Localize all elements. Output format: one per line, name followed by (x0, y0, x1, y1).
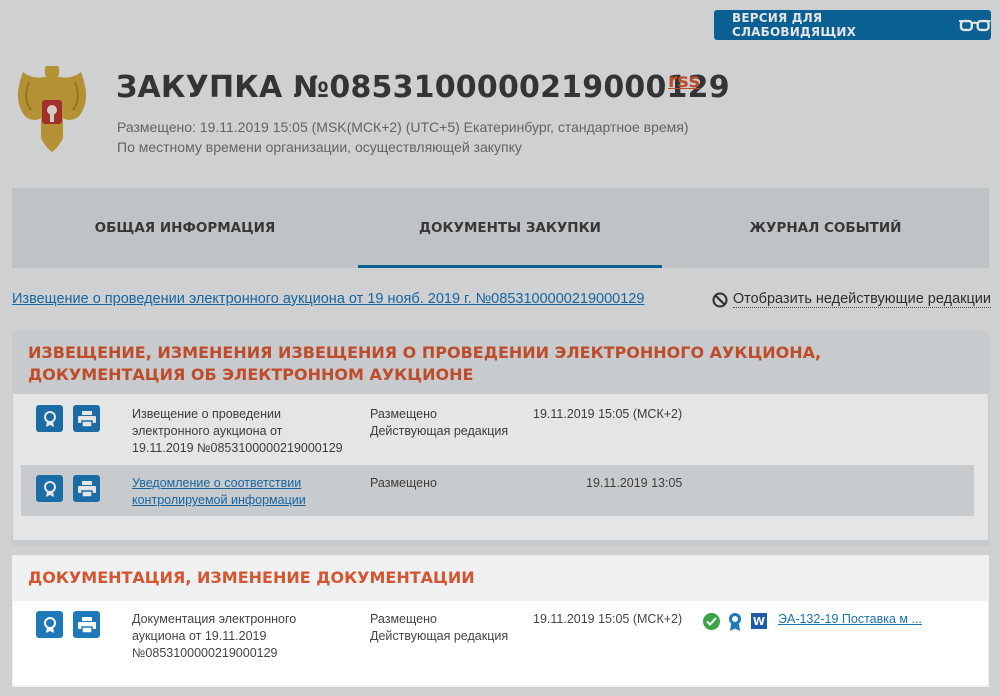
printer-icon (77, 410, 96, 427)
status-line: Действующая редакция (370, 424, 509, 438)
tab-procurement-documents[interactable]: ДОКУМЕНТЫ ЗАКУПКИ (358, 188, 662, 268)
notice-section-panel: Извещение о проведении электронного аукц… (13, 394, 988, 540)
document-name-line: Уведомление о соответствии (132, 476, 302, 490)
check-circle-icon (703, 613, 720, 630)
certificate-icon (43, 616, 56, 633)
posted-timezone-note: По местному времени организации, осущест… (117, 139, 522, 155)
document-name-line: Извещение о проведении (132, 407, 281, 421)
document-name-line: №0853100000219000129 (132, 646, 278, 660)
status-line: Размещено (370, 407, 437, 421)
show-inactive-label: Отобразить недействующие редакции (732, 291, 991, 308)
document-name: Извещение о проведении электронного аукц… (132, 406, 362, 457)
page-title: ЗАКУПКА №0853100000219000129 (116, 70, 730, 105)
print-button[interactable] (73, 475, 100, 502)
list-item: Уведомление о соответствии контролируемо… (21, 465, 974, 516)
certificate-button[interactable] (36, 405, 63, 432)
documentation-section: ДОКУМЕНТАЦИЯ, ИЗМЕНЕНИЕ ДОКУМЕНТАЦИИ Док… (12, 555, 989, 687)
document-date: 19.11.2019 15:05 (МСК+2) (533, 612, 683, 626)
accessibility-version-label: ВЕРСИЯ ДЛЯ СЛАБОВИДЯЩИХ (732, 11, 857, 39)
tab-general-info[interactable]: ОБЩАЯ ИНФОРМАЦИЯ (12, 188, 358, 268)
rss-link[interactable]: rss (668, 70, 700, 92)
document-status: Размещено Действующая редакция (370, 611, 508, 645)
print-button[interactable] (73, 405, 100, 432)
coat-of-arms-icon (17, 66, 87, 152)
certificate-icon (727, 612, 743, 637)
accessibility-version-button[interactable]: ВЕРСИЯ ДЛЯ СЛАБОВИДЯЩИХ (714, 10, 991, 40)
document-name-line: электронного аукциона от (132, 424, 283, 438)
glasses-icon (959, 19, 991, 32)
document-date: 19.11.2019 13:05 (586, 476, 683, 490)
print-button[interactable] (73, 611, 100, 638)
prohibited-icon (712, 292, 728, 307)
notice-section-title: ИЗВЕЩЕНИЕ, ИЗМЕНЕНИЯ ИЗВЕЩЕНИЯ О ПРОВЕДЕ… (28, 343, 822, 384)
certificate-icon (43, 480, 56, 497)
word-document-icon: W (751, 613, 767, 629)
notice-section: ИЗВЕЩЕНИЕ, ИЗМЕНЕНИЯ ИЗВЕЩЕНИЯ О ПРОВЕДЕ… (12, 331, 989, 546)
document-name-line: контролируемой информации (132, 493, 306, 507)
document-name-line: Документация электронного (132, 612, 297, 626)
posted-datetime: Размещено: 19.11.2019 15:05 (MSK(МСК+2) … (117, 119, 689, 135)
printer-icon (77, 480, 96, 497)
certificate-button[interactable] (36, 611, 63, 638)
attached-file-link[interactable]: ЭА-132-19 Поставка м ... (778, 611, 922, 628)
document-date: 19.11.2019 15:05 (МСК+2) (533, 407, 683, 421)
tab-event-log[interactable]: ЖУРНАЛ СОБЫТИЙ (662, 188, 989, 268)
certificate-icon (43, 410, 56, 427)
document-name-line: 19.11.2019 №0853100000219000129 (132, 441, 343, 455)
document-status: Размещено (370, 476, 437, 490)
status-line: Действующая редакция (370, 629, 509, 643)
tab-bar: ОБЩАЯ ИНФОРМАЦИЯ ДОКУМЕНТЫ ЗАКУПКИ ЖУРНА… (12, 188, 989, 268)
document-name-line: аукциона от 19.11.2019 (132, 629, 267, 643)
certificate-button[interactable] (36, 475, 63, 502)
document-name: Документация электронного аукциона от 19… (132, 611, 362, 662)
show-inactive-toggle[interactable]: Отобразить недействующие редакции (712, 291, 991, 308)
document-status: Размещено Действующая редакция (370, 406, 508, 440)
notice-link[interactable]: Извещение о проведении электронного аукц… (12, 291, 644, 307)
compliance-notice-link[interactable]: Уведомление о соответствии контролируемо… (132, 475, 352, 509)
printer-icon (77, 616, 96, 633)
status-line: Размещено (370, 612, 437, 626)
documentation-section-title: ДОКУМЕНТАЦИЯ, ИЗМЕНЕНИЕ ДОКУМЕНТАЦИИ (28, 568, 475, 587)
documentation-section-panel: Документация электронного аукциона от 19… (13, 601, 988, 685)
